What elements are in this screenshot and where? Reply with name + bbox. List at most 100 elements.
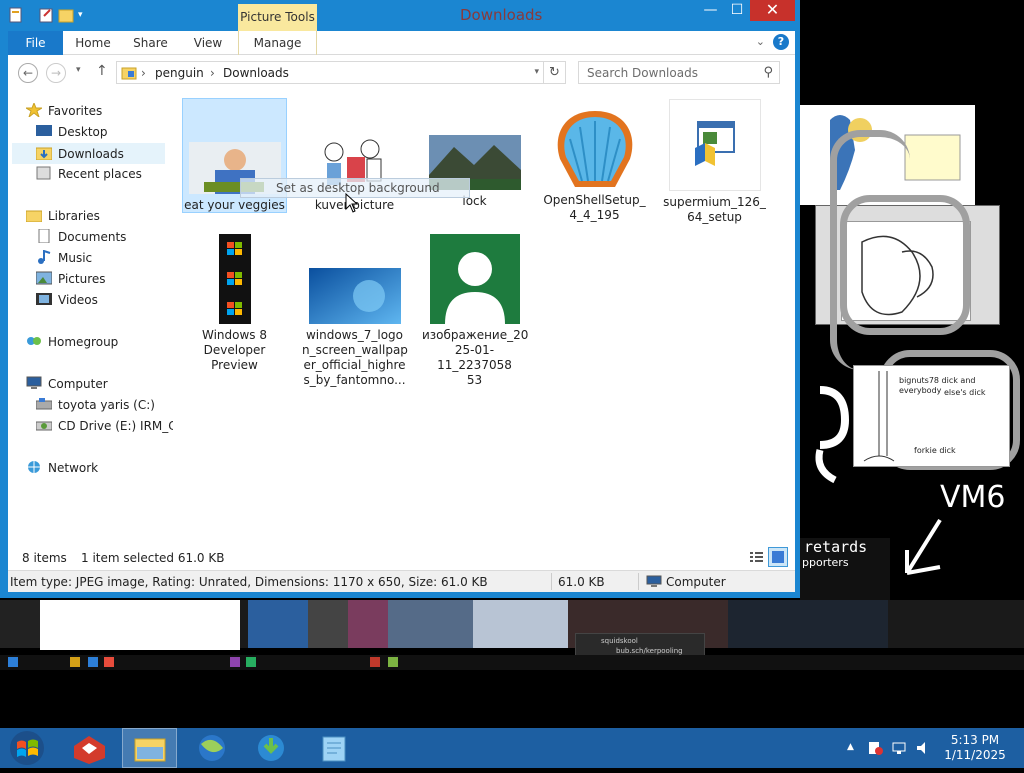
details-view-button[interactable] bbox=[746, 547, 766, 567]
taskbar-notepad-icon[interactable] bbox=[307, 728, 362, 768]
window-title: Downloads bbox=[460, 6, 543, 24]
taskbar-download-manager-icon[interactable] bbox=[244, 728, 299, 768]
nav-downloads[interactable]: Downloads bbox=[12, 143, 165, 164]
star-icon bbox=[24, 101, 44, 119]
start-button[interactable] bbox=[0, 728, 54, 768]
nav-documents[interactable]: Documents bbox=[36, 227, 126, 248]
taskbar-app-red-icon[interactable] bbox=[62, 728, 117, 768]
video-thumbnail bbox=[218, 234, 251, 324]
background-mini-taskbar bbox=[0, 655, 1024, 670]
breadcrumb-separator: › bbox=[210, 66, 215, 80]
downloads-folder-icon bbox=[35, 146, 53, 161]
search-icon[interactable]: ⚲ bbox=[763, 65, 773, 80]
installer-icon bbox=[668, 99, 761, 191]
file-item-windows-7-logon-wallpaper[interactable]: windows_7_logo n_screen_wallpap er_offic… bbox=[302, 234, 408, 394]
ribbon-tabs: File Home Share View Manage ⌄ ? bbox=[8, 31, 795, 55]
background-image bbox=[40, 600, 240, 650]
background-stroke bbox=[840, 195, 970, 335]
network-icon[interactable] bbox=[891, 741, 907, 755]
show-hidden-icons-icon[interactable]: ▲ bbox=[847, 742, 863, 756]
volume-icon[interactable] bbox=[915, 741, 931, 755]
computer-icon bbox=[26, 376, 42, 390]
file-item-supermium-setup[interactable]: supermium_126_ 64_setup bbox=[662, 99, 767, 229]
nav-videos[interactable]: Videos bbox=[36, 290, 98, 311]
back-button[interactable]: ← bbox=[18, 63, 38, 83]
pictures-icon bbox=[35, 271, 53, 285]
up-button[interactable]: ↑ bbox=[96, 63, 108, 79]
windows-logo-icon bbox=[10, 731, 44, 765]
title-bar[interactable]: ▾ Picture Tools Downloads — ☐ ✕ bbox=[0, 0, 800, 31]
taskbar-file-explorer-icon[interactable] bbox=[122, 728, 177, 768]
clock[interactable]: 5:13 PM 1/11/2025 bbox=[940, 733, 1010, 763]
image-thumbnail bbox=[308, 268, 401, 324]
avatar-thumbnail bbox=[429, 234, 520, 324]
breadcrumb-downloads[interactable]: Downloads bbox=[223, 66, 289, 80]
tab-share[interactable]: Share bbox=[128, 31, 173, 55]
forward-button[interactable]: → bbox=[46, 63, 66, 83]
mouse-cursor-icon bbox=[345, 193, 359, 213]
nav-favorites[interactable]: Favorites bbox=[24, 101, 102, 122]
file-size: 61.0 KB bbox=[558, 575, 605, 589]
cd-drive-icon bbox=[35, 418, 53, 432]
nav-homegroup[interactable]: Homegroup bbox=[26, 332, 118, 353]
nav-drive-c[interactable]: toyota yaris (C:) bbox=[35, 395, 155, 416]
nav-computer[interactable]: Computer bbox=[26, 374, 108, 395]
background-handdrawing bbox=[815, 386, 850, 484]
status-bar: 8 items 1 item selected 61.0 KB bbox=[8, 544, 795, 570]
taskbar: ▲ 5:13 PM 1/11/2025 bbox=[0, 728, 1024, 768]
properties-icon[interactable] bbox=[8, 6, 24, 24]
minimize-button[interactable]: — bbox=[697, 0, 724, 21]
address-bar[interactable]: › penguin › Downloads ▾ ↻ bbox=[116, 61, 566, 84]
tab-view[interactable]: View bbox=[188, 31, 228, 55]
navigation-bar: ← → ▾ ↑ › penguin › Downloads ▾ ↻ Search… bbox=[8, 55, 795, 91]
background-text-block: retards pporters bbox=[800, 538, 890, 608]
nav-pictures[interactable]: Pictures bbox=[35, 269, 106, 290]
shell-icon bbox=[550, 109, 640, 189]
address-dropdown[interactable]: ▾ bbox=[534, 67, 539, 77]
file-item-openshellsetup[interactable]: OpenShellSetup_ 4_4_195 bbox=[542, 99, 647, 229]
folder-icon[interactable] bbox=[58, 6, 74, 24]
homegroup-icon bbox=[26, 334, 42, 348]
item-count: 8 items bbox=[22, 551, 67, 565]
clock-time: 5:13 PM bbox=[950, 733, 1000, 747]
videos-icon bbox=[36, 292, 52, 306]
picture-tools-context-label: Picture Tools bbox=[238, 4, 317, 31]
nav-recent-places[interactable]: Recent places bbox=[36, 164, 142, 185]
new-folder-icon[interactable] bbox=[38, 6, 54, 24]
music-icon bbox=[36, 249, 52, 264]
action-center-icon[interactable] bbox=[867, 741, 883, 755]
help-button[interactable]: ? bbox=[773, 34, 789, 50]
nav-music[interactable]: Music bbox=[36, 248, 92, 269]
background-text: else's dick bbox=[944, 388, 986, 397]
tab-file[interactable]: File bbox=[8, 31, 63, 55]
search-input[interactable]: Search Downloads ⚲ bbox=[578, 61, 780, 84]
background-text: forkie dick bbox=[914, 446, 956, 455]
breadcrumb-penguin[interactable]: penguin bbox=[155, 66, 204, 80]
details-bar: Item type: JPEG image, Rating: Unrated, … bbox=[8, 570, 795, 592]
drive-icon bbox=[35, 397, 53, 411]
breadcrumb-separator: › bbox=[141, 66, 146, 80]
close-button[interactable]: ✕ bbox=[750, 0, 795, 21]
tab-manage[interactable]: Manage bbox=[238, 31, 317, 55]
chevron-down-icon[interactable]: ▾ bbox=[78, 6, 94, 24]
expand-ribbon-icon[interactable]: ⌄ bbox=[756, 34, 765, 50]
file-list: eat your veggies kuver picture lock Open… bbox=[176, 91, 795, 544]
large-icons-view-button[interactable] bbox=[768, 547, 788, 567]
nav-libraries[interactable]: Libraries bbox=[25, 206, 100, 227]
content-area: Favorites Desktop Downloads Recent place… bbox=[8, 91, 795, 544]
nav-drive-e[interactable]: CD Drive (E:) IRM_CE bbox=[35, 416, 173, 437]
explorer-window: ▾ Picture Tools Downloads — ☐ ✕ File Hom… bbox=[0, 0, 800, 598]
nav-desktop[interactable]: Desktop bbox=[36, 122, 108, 143]
refresh-button[interactable]: ↻ bbox=[543, 62, 565, 83]
nav-network[interactable]: Network bbox=[26, 458, 98, 479]
maximize-button[interactable]: ☐ bbox=[724, 0, 750, 21]
folder-icon bbox=[121, 65, 137, 80]
documents-icon bbox=[36, 228, 52, 244]
tab-home[interactable]: Home bbox=[73, 31, 113, 55]
background-screenshot: bignuts78 dick and everybody else's dick… bbox=[853, 365, 1010, 467]
file-item-windows-8-developer-preview[interactable]: Windows 8 Developer Preview bbox=[182, 234, 287, 374]
recent-locations-dropdown[interactable]: ▾ bbox=[76, 65, 81, 75]
file-item-izobrazhenie[interactable]: изображение_20 25-01-11_2237058 53 bbox=[422, 234, 528, 387]
taskbar-browser-icon[interactable] bbox=[185, 728, 240, 768]
recent-places-icon bbox=[36, 166, 52, 180]
